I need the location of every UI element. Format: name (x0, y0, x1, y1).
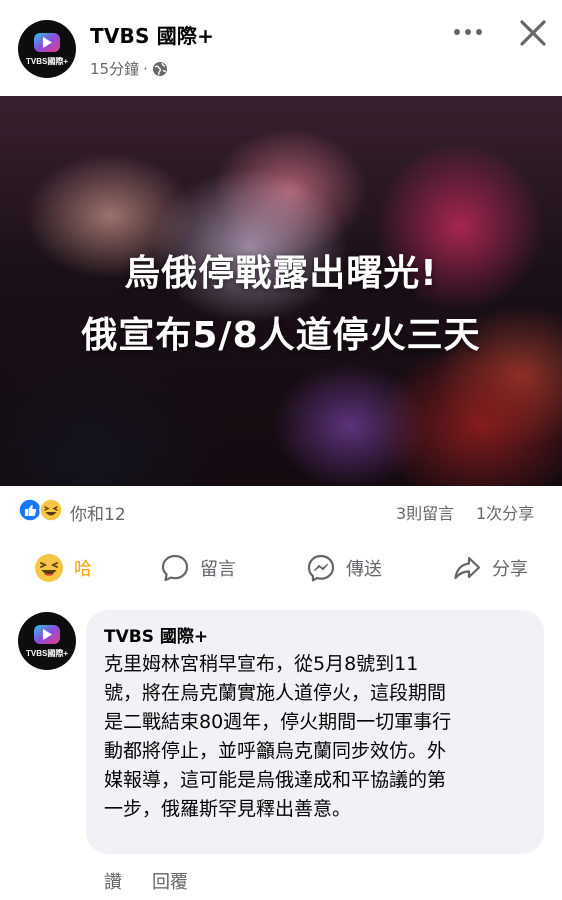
reaction-stats: 你和12 3則留言 1次分享 (0, 494, 562, 526)
reactions-count[interactable]: 你和12 (70, 500, 126, 525)
comment-avatar[interactable]: TVBS國際+ (18, 612, 76, 670)
comment-line: 動都將停止，並呼籲烏克蘭同步效仿。外 (104, 740, 447, 762)
comment-label: 留言 (200, 559, 236, 580)
tvbs-logo-icon: TVBS國際+ (26, 625, 68, 658)
headline-line-2: 俄宣布5/8人道停火三天 (81, 315, 481, 356)
close-icon[interactable] (516, 16, 550, 50)
comments-count[interactable]: 3則留言 (396, 500, 454, 524)
post-meta: 15分鐘 · (90, 58, 168, 79)
share-label: 分享 (492, 559, 528, 580)
comment-like-button[interactable]: 讚 (104, 868, 122, 894)
comment-line: 是二戰結束80週年，停火期間一切軍事行 (104, 711, 452, 733)
meta-separator: · (143, 59, 148, 78)
post-image[interactable]: 烏俄停戰露出曙光! 俄宣布5/8人道停火三天 (0, 96, 562, 486)
logo-text: TVBS國際+ (26, 56, 68, 66)
haha-label: 哈 (74, 559, 92, 580)
comment-author[interactable]: TVBS 國際+ (104, 622, 208, 647)
haha-button[interactable]: 哈 (34, 546, 92, 590)
like-reaction-icon (18, 498, 42, 522)
tvbs-logo-icon: TVBS國際+ (26, 33, 68, 66)
post-header: TVBS國際+ TVBS 國際+ 15分鐘 · (0, 0, 562, 96)
comment-line: 媒報導，這可能是烏俄達成和平協議的第 (104, 769, 447, 791)
comment-line: 一步，俄羅斯罕見釋出善意。 (104, 798, 352, 820)
send-label: 傳送 (346, 559, 382, 580)
comment-text: 克里姆林宮稍早宣布，從5月8號到11 號，將在烏克蘭實施人道停火，這段期間 是二… (104, 650, 528, 824)
globe-icon (152, 61, 167, 76)
comment-line: 號，將在烏克蘭實施人道停火，這段期間 (104, 682, 447, 704)
headline-line-1: 烏俄停戰露出曙光! (124, 253, 438, 294)
comment-icon (161, 554, 189, 582)
more-icon[interactable] (450, 22, 486, 42)
share-icon (454, 556, 481, 580)
comment-reply-button[interactable]: 回覆 (152, 868, 188, 894)
send-button[interactable]: 傳送 (306, 546, 382, 590)
haha-reaction-icon (35, 554, 63, 582)
share-button[interactable]: 分享 (452, 546, 528, 590)
page-avatar[interactable]: TVBS國際+ (18, 20, 76, 78)
comment-bubble: TVBS 國際+ 克里姆林宮稍早宣布，從5月8號到11 號，將在烏克蘭實施人道停… (86, 610, 544, 854)
haha-reaction-icon (39, 498, 63, 522)
comment-button[interactable]: 留言 (160, 546, 236, 590)
reaction-summary-icons[interactable] (18, 498, 66, 522)
shares-count[interactable]: 1次分享 (476, 500, 534, 524)
page-name[interactable]: TVBS 國際+ (90, 20, 214, 49)
messenger-icon (307, 554, 335, 582)
post-time[interactable]: 15分鐘 (90, 58, 139, 79)
action-bar: 哈 留言 傳送 分享 (0, 546, 562, 590)
comment-actions: 讚 回覆 (104, 868, 188, 894)
comment-line: 克里姆林宮稍早宣布，從5月8號到11 (104, 653, 419, 675)
logo-text: TVBS國際+ (26, 648, 68, 658)
